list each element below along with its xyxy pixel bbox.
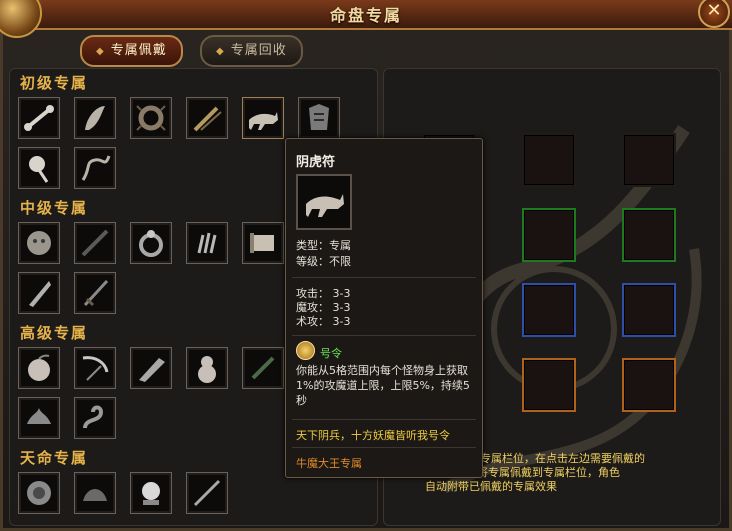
item-slot[interactable] — [242, 347, 284, 389]
divider — [292, 419, 476, 420]
equip-slot[interactable] — [522, 358, 576, 412]
item-slot[interactable] — [186, 347, 228, 389]
item-slot[interactable] — [18, 97, 60, 139]
equip-slot[interactable] — [622, 208, 676, 262]
skill-badge-icon — [296, 341, 315, 360]
wing-charm-icon — [83, 489, 107, 501]
divider — [292, 447, 476, 448]
item-slot[interactable] — [186, 97, 228, 139]
tooltip-skill-name: 号令 — [320, 347, 342, 360]
tiger-charm-icon — [249, 112, 278, 130]
tooltip-skill-desc: 你能从5格范围内每个怪物身上获取1%的攻魔道上限，上限5%，持续5秒 — [296, 364, 470, 407]
section-title-basic: 初级专属 — [20, 74, 89, 92]
skull-orb-icon — [27, 231, 51, 255]
item-slot[interactable] — [130, 347, 172, 389]
whip-icon — [81, 155, 111, 181]
broadsword-icon — [29, 281, 51, 307]
section-title-intermediate: 中级专属 — [20, 199, 89, 217]
item-slot[interactable] — [186, 472, 228, 514]
title-bar: 命盘专属 ✕ — [0, 0, 732, 38]
broad-blade-icon — [139, 358, 165, 382]
tab-label: 专属回收 — [230, 43, 287, 58]
scythe-icon — [82, 356, 109, 381]
tab-exclusive-recycle[interactable]: ◆ 专属回收 — [200, 35, 303, 67]
heavenly-sword-icon — [193, 479, 221, 507]
serpent-icon — [83, 405, 104, 429]
divider — [292, 335, 476, 336]
diamond-icon: ◆ — [216, 46, 225, 57]
item-slot[interactable] — [242, 222, 284, 264]
diamond-icon: ◆ — [96, 46, 105, 57]
equip-slot[interactable] — [522, 283, 576, 337]
equip-slot[interactable] — [522, 208, 576, 262]
item-slot[interactable] — [74, 272, 116, 314]
long-sword-icon — [83, 279, 109, 307]
item-slot[interactable] — [18, 272, 60, 314]
tiger-charm-icon — [306, 194, 344, 217]
medallion-icon — [27, 481, 51, 505]
equip-slot[interactable] — [622, 358, 676, 412]
claw-gauntlet-icon — [197, 232, 217, 254]
item-slot[interactable] — [74, 222, 116, 264]
tooltip-item-image — [296, 174, 352, 230]
crystal-orb-icon — [142, 482, 160, 505]
equip-slot[interactable] — [522, 133, 576, 187]
ring-icon — [139, 230, 163, 257]
scroll-icon — [250, 233, 274, 253]
tooltip-stat: 术攻： 3-3 — [296, 315, 351, 328]
tooltip-level: 等级：不限 — [296, 255, 351, 268]
gourd-icon — [198, 356, 216, 383]
item-slot[interactable] — [74, 472, 116, 514]
item-slot[interactable] — [18, 472, 60, 514]
item-slot[interactable] — [130, 97, 172, 139]
tab-exclusive-equip[interactable]: ◆ 专属佩戴 — [80, 35, 183, 67]
bone-icon — [24, 105, 54, 131]
peach-icon — [28, 354, 50, 381]
section-title-advanced: 高级专属 — [20, 324, 89, 342]
window-title: 命盘专属 — [329, 6, 402, 25]
item-slot[interactable] — [74, 97, 116, 139]
item-slot[interactable] — [18, 147, 60, 189]
item-slot[interactable] — [298, 97, 340, 139]
equip-slot[interactable] — [622, 283, 676, 337]
item-slot[interactable] — [18, 222, 60, 264]
tooltip-item-name: 阴虎符 — [296, 155, 336, 170]
item-slot[interactable] — [130, 222, 172, 264]
item-slot-selected[interactable] — [242, 97, 284, 139]
tooltip-type: 类型：专属 — [296, 239, 351, 252]
demon-armor-icon — [309, 104, 329, 130]
horn-icon — [85, 106, 105, 130]
sword-box-icon — [193, 106, 222, 132]
item-slot[interactable] — [18, 347, 60, 389]
item-slot[interactable] — [74, 147, 116, 189]
item-slot[interactable] — [186, 222, 228, 264]
lotus-icon — [27, 408, 51, 424]
item-slot[interactable] — [18, 397, 60, 439]
black-sword-icon — [81, 229, 109, 257]
item-slot[interactable] — [130, 472, 172, 514]
beast-claw-icon — [136, 105, 166, 131]
item-slot[interactable] — [74, 347, 116, 389]
instruction-line: 自动附带已佩戴的专属效果 — [425, 480, 557, 493]
divider — [292, 277, 476, 278]
item-tooltip: 阴虎符 类型：专属 等级：不限 攻击： 3-3 魔攻： 3-3 术攻： 3-3 … — [285, 138, 483, 478]
equip-slot[interactable] — [622, 133, 676, 187]
section-title-destiny: 天命专属 — [20, 449, 89, 467]
tooltip-quote: 天下阴兵，十方妖魔皆听我号令 — [296, 429, 450, 442]
dagger-icon — [251, 356, 275, 380]
tab-label: 专属佩戴 — [110, 43, 167, 58]
orb-staff-icon — [29, 156, 49, 183]
item-slot[interactable] — [74, 397, 116, 439]
tooltip-set-name: 牛魔大王专属 — [296, 457, 362, 470]
